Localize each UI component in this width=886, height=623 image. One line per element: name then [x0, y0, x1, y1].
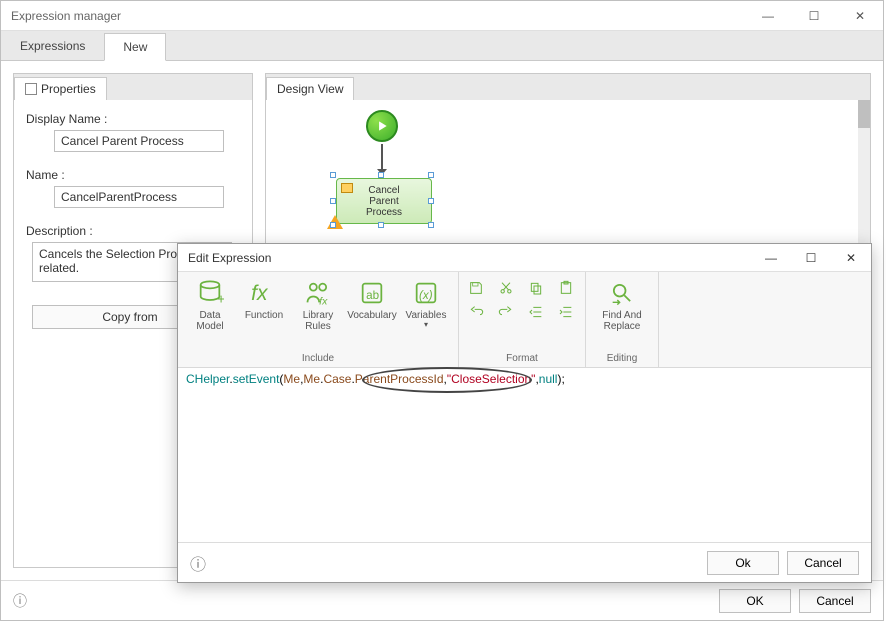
dialog-maximize-button[interactable]: ☐: [791, 244, 831, 272]
outdent-icon[interactable]: [525, 302, 547, 322]
selection-handle[interactable]: [330, 198, 336, 204]
name-label: Name :: [26, 168, 240, 182]
play-icon: [375, 119, 389, 133]
indent-icon[interactable]: [555, 302, 577, 322]
search-swap-icon: [608, 276, 636, 310]
window-footer: ⓘ OK Cancel: [1, 580, 883, 620]
editing-group-label: Editing: [607, 351, 638, 367]
help-icon[interactable]: ⓘ: [13, 591, 27, 611]
properties-tab-label: Properties: [41, 82, 96, 96]
paste-icon[interactable]: [555, 278, 577, 298]
svg-text:fx: fx: [319, 296, 328, 307]
ok-button[interactable]: OK: [719, 589, 791, 613]
vocabulary-icon: ab: [358, 276, 386, 310]
undo-icon[interactable]: [465, 302, 487, 322]
selection-handle[interactable]: [378, 172, 384, 178]
cut-icon[interactable]: [495, 278, 517, 298]
save-icon[interactable]: [465, 278, 487, 298]
selection-handle[interactable]: [330, 222, 336, 228]
vocabulary-button[interactable]: ab Vocabulary: [346, 276, 398, 332]
dialog-minimize-button[interactable]: —: [751, 244, 791, 272]
main-tabs: Expressions New: [1, 31, 883, 61]
titlebar: Expression manager — ☐ ✕: [1, 1, 883, 31]
variables-button[interactable]: (x) Variables ▾: [400, 276, 452, 332]
database-icon: +: [196, 276, 224, 310]
people-icon: fx: [304, 276, 332, 310]
node-type-icon: [341, 183, 353, 193]
function-button[interactable]: fx Function: [238, 276, 290, 332]
selection-handle[interactable]: [428, 198, 434, 204]
name-input[interactable]: [54, 186, 224, 208]
include-group-label: Include: [302, 351, 334, 367]
tab-new[interactable]: New: [104, 33, 166, 61]
close-button[interactable]: ✕: [837, 1, 883, 31]
find-replace-button[interactable]: Find And Replace: [592, 276, 652, 332]
grid-icon: [25, 83, 37, 95]
design-view-tab[interactable]: Design View: [266, 77, 354, 100]
dialog-footer: ⓘ Ok Cancel: [178, 542, 871, 582]
selection-handle[interactable]: [428, 222, 434, 228]
window-title: Expression manager: [11, 9, 121, 23]
editing-group: Find And Replace Editing: [586, 272, 659, 367]
cancel-button[interactable]: Cancel: [799, 589, 871, 613]
minimize-button[interactable]: —: [745, 1, 791, 31]
selection-handle[interactable]: [330, 172, 336, 178]
svg-text:fx: fx: [251, 282, 269, 305]
dialog-title: Edit Expression: [188, 251, 271, 265]
data-model-button[interactable]: + Data Model: [184, 276, 236, 332]
redo-icon[interactable]: [495, 302, 517, 322]
copy-icon[interactable]: [525, 278, 547, 298]
svg-text:(x): (x): [419, 289, 433, 302]
fx-icon: fx: [250, 276, 278, 310]
selection-handle[interactable]: [428, 172, 434, 178]
dialog-titlebar: Edit Expression — ☐ ✕: [178, 244, 871, 272]
maximize-button[interactable]: ☐: [791, 1, 837, 31]
dialog-ok-button[interactable]: Ok: [707, 551, 779, 575]
chevron-down-icon: ▾: [424, 321, 428, 330]
variables-icon: (x): [412, 276, 440, 310]
edit-expression-dialog: Edit Expression — ☐ ✕ + Data Model fx Fu…: [177, 243, 872, 583]
properties-tab[interactable]: Properties: [14, 77, 107, 100]
start-node[interactable]: [366, 110, 398, 142]
selection-handle[interactable]: [378, 222, 384, 228]
expression-node-label: Cancel Parent Process: [366, 185, 402, 218]
library-rules-button[interactable]: fx Library Rules: [292, 276, 344, 332]
display-name-label: Display Name :: [26, 112, 240, 126]
description-label: Description :: [26, 224, 240, 238]
dialog-help-icon[interactable]: ⓘ: [190, 551, 206, 575]
dialog-close-button[interactable]: ✕: [831, 244, 871, 272]
svg-text:+: +: [217, 291, 224, 307]
dialog-cancel-button[interactable]: Cancel: [787, 551, 859, 575]
svg-text:ab: ab: [366, 289, 379, 302]
display-name-input[interactable]: [54, 130, 224, 152]
code-editor[interactable]: CHelper.setEvent(Me,Me.Case.ParentProces…: [178, 368, 871, 542]
tab-expressions[interactable]: Expressions: [1, 32, 104, 60]
format-group: Format: [459, 272, 586, 367]
connector: [381, 144, 383, 174]
expression-node[interactable]: Cancel Parent Process: [336, 178, 432, 224]
ribbon: + Data Model fx Function fx Library Rule…: [178, 272, 871, 368]
design-view-tab-label: Design View: [277, 82, 343, 96]
format-group-label: Format: [506, 351, 538, 367]
